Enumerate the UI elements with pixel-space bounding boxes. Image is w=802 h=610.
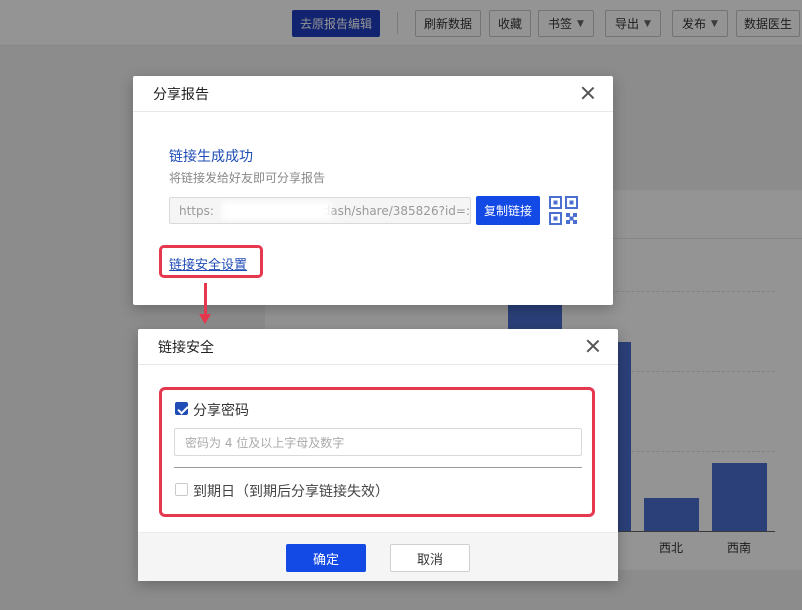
link-success-subtitle: 将链接发给好友即可分享报告 [169, 171, 326, 185]
confirm-button[interactable]: 确定 [286, 544, 366, 572]
security-dialog-title: 链接安全 [158, 339, 214, 356]
dialog-footer: 确定 取消 [138, 532, 618, 581]
share-link-suffix: dash/share/385826?id=: [322, 203, 470, 218]
cancel-button[interactable]: 取消 [390, 544, 470, 572]
share-report-dialog: 分享报告 链接生成成功 将链接发给好友即可分享报告 https: dash/sh… [133, 76, 613, 305]
share-password-label: 分享密码 [193, 403, 249, 419]
link-security-settings-link[interactable]: 链接安全设置 [169, 254, 247, 273]
share-link-field[interactable]: https: dash/share/385826?id=: [169, 197, 471, 224]
close-icon[interactable] [584, 337, 602, 355]
share-link-prefix: https: [179, 203, 214, 218]
annotation-arrow-head [199, 314, 211, 324]
password-input[interactable]: 密码为 4 位及以上字母及数字 [174, 428, 582, 456]
expiry-date-checkbox[interactable] [175, 483, 188, 496]
security-dialog-header: 链接安全 [138, 329, 618, 365]
link-success-title: 链接生成成功 [169, 149, 253, 165]
section-divider [174, 467, 582, 468]
copy-link-button[interactable]: 复制链接 [476, 196, 540, 225]
qr-code-icon[interactable] [549, 196, 578, 225]
close-icon[interactable] [579, 84, 597, 102]
redaction-blur [222, 202, 332, 220]
link-security-dialog: 链接安全 分享密码 密码为 4 位及以上字母及数字 到期日（到期后分享链接失效）… [138, 329, 618, 581]
share-dialog-title: 分享报告 [153, 86, 209, 103]
expiry-date-label: 到期日（到期后分享链接失效） [193, 484, 389, 500]
share-dialog-header: 分享报告 [133, 76, 613, 112]
share-password-checkbox[interactable] [175, 402, 188, 415]
